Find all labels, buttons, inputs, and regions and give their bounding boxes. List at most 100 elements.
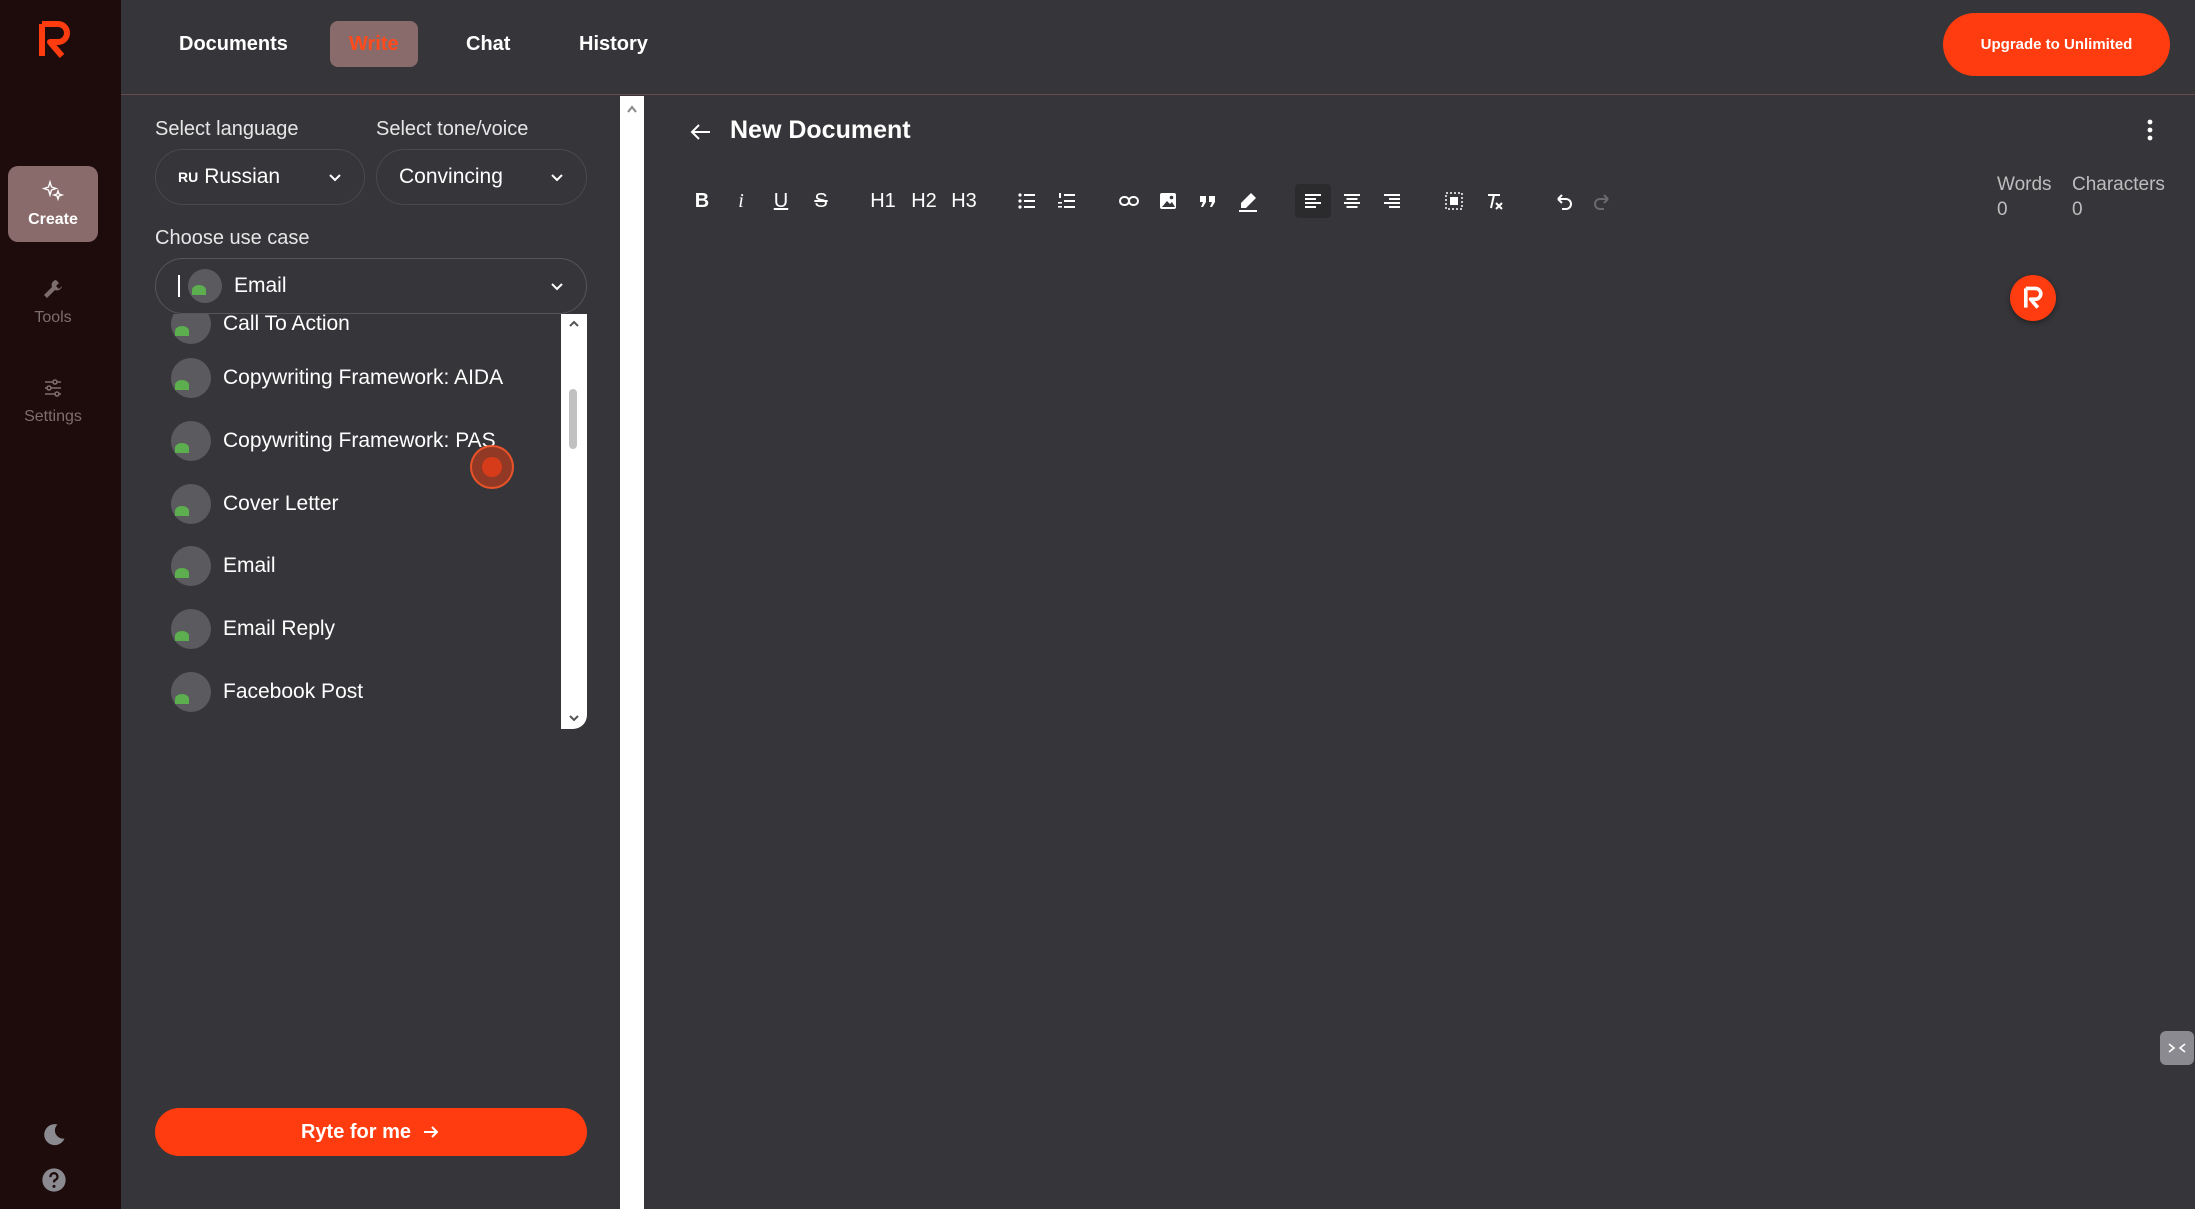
dropdown-option[interactable]: Email [171,544,276,588]
dropdown-option[interactable]: Email Reply [171,607,335,651]
words-count: 0 [1997,199,2008,220]
arrow-left-icon[interactable] [689,120,713,144]
help-icon[interactable] [40,1166,68,1194]
option-avatar [171,672,211,712]
more-vertical-icon[interactable] [2147,118,2153,142]
align-center-button[interactable] [1337,184,1367,218]
numbered-list-button[interactable] [1052,184,1082,218]
highlight-button[interactable] [1233,184,1263,218]
option-avatar [171,358,211,398]
flag-ru-icon: RU [178,169,199,185]
usecase-select[interactable]: Email [155,258,587,314]
option-avatar [171,609,211,649]
usecase-avatar [188,269,222,303]
align-left-button[interactable] [1295,184,1331,218]
rail-item-label: Settings [24,408,82,425]
text-caret [178,275,180,297]
redo-icon [1594,194,1609,210]
upgrade-button[interactable]: Upgrade to Unlimited [1943,13,2170,76]
heading1-button[interactable]: H1 [868,184,898,218]
collapse-arrows-icon [2168,1043,2186,1053]
heading2-button[interactable]: H2 [909,184,939,218]
clear-format-icon [1488,194,1503,210]
document-title[interactable]: New Document [730,116,911,145]
option-avatar [171,546,211,586]
characters-count: 0 [2072,199,2083,220]
arrow-right-icon [424,1126,439,1138]
ryte-logo-icon[interactable] [36,20,72,60]
option-avatar [171,421,211,461]
editor-area: New Document B i U S H1 H2 H3 Words 0 Ch… [645,96,2195,1209]
option-avatar [171,314,211,344]
underline-button[interactable]: U [766,184,796,218]
moon-icon[interactable] [40,1121,68,1149]
usecase-dropdown: Call To Action Copywriting Framework: AI… [155,314,587,729]
app-root: Create Tools Settings Documents Write Ch… [0,0,2195,1209]
rail-item-settings[interactable]: Settings [8,363,98,439]
rail-item-label: Tools [34,309,72,326]
words-label: Words [1997,174,2052,195]
highlighter-icon [1239,193,1257,212]
wrench-icon [44,280,62,298]
ryte-label: Ryte for me [300,1120,412,1143]
tone-value: Convincing [399,165,503,188]
heading3-button[interactable]: H3 [949,184,979,218]
align-right-icon [1384,194,1400,208]
characters-label: Characters [2072,174,2165,195]
bullet-list-button[interactable] [1012,184,1042,218]
dropdown-option[interactable]: Copywriting Framework: PAS [171,419,496,463]
chevron-up-icon[interactable] [626,104,638,114]
dropdown-option[interactable]: Facebook Post [171,670,363,714]
select-all-icon [1445,192,1463,210]
ryte-for-me-button[interactable]: Ryte for me [155,1108,587,1156]
italic-button[interactable]: i [726,184,756,218]
rail-item-tools[interactable]: Tools [8,264,98,340]
undo-button[interactable] [1548,184,1578,218]
sliders-icon [45,379,61,397]
tab-history[interactable]: History [560,21,667,67]
tone-select[interactable]: Convincing [376,149,587,205]
sparkles-icon [41,179,65,202]
tone-label: Select tone/voice [376,118,529,140]
align-right-button[interactable] [1377,184,1407,218]
collapse-handle[interactable] [2160,1031,2194,1065]
chevron-up-icon[interactable] [568,318,580,330]
tab-documents[interactable]: Documents [160,21,307,67]
rail-item-create[interactable]: Create [8,166,98,242]
select-all-button[interactable] [1439,184,1469,218]
chevron-down-icon [551,174,563,182]
clear-format-button[interactable] [1479,184,1509,218]
language-select[interactable]: RU Russian [155,149,365,205]
ryte-assistant-button[interactable] [2010,275,2056,321]
redo-button [1588,184,1618,218]
image-button[interactable] [1153,184,1183,218]
chevron-down-icon[interactable] [568,712,580,724]
cursor-click-indicator [470,445,514,489]
tab-write[interactable]: Write [330,21,418,67]
dropdown-scrollbar[interactable] [561,314,587,729]
link-icon [1119,196,1139,206]
dropdown-option[interactable]: Call To Action [171,314,350,346]
align-center-icon [1344,194,1360,208]
align-left-icon [1305,194,1321,208]
numbered-list-icon [1058,193,1075,208]
chevron-down-icon [551,283,563,291]
strikethrough-button[interactable]: S [806,184,836,218]
tab-chat[interactable]: Chat [447,21,529,67]
bullet-list-icon [1018,193,1035,209]
link-button[interactable] [1114,184,1144,218]
quote-button[interactable] [1193,184,1223,218]
language-label: Select language [155,118,299,140]
undo-icon [1557,194,1572,210]
usecase-value: Email [234,274,287,297]
usecase-label: Choose use case [155,227,310,249]
scrollbar-thumb[interactable] [569,389,577,449]
dropdown-option[interactable]: Copywriting Framework: AIDA [171,356,503,400]
quote-icon [1200,196,1215,207]
left-rail: Create Tools Settings [0,0,121,1209]
write-settings-panel: Select language RU Russian Select tone/v… [121,96,620,1209]
ryte-logo-icon [2024,286,2043,309]
panel-scrollbar[interactable] [620,96,644,1209]
bold-button[interactable]: B [687,184,717,218]
dropdown-option[interactable]: Cover Letter [171,482,339,526]
